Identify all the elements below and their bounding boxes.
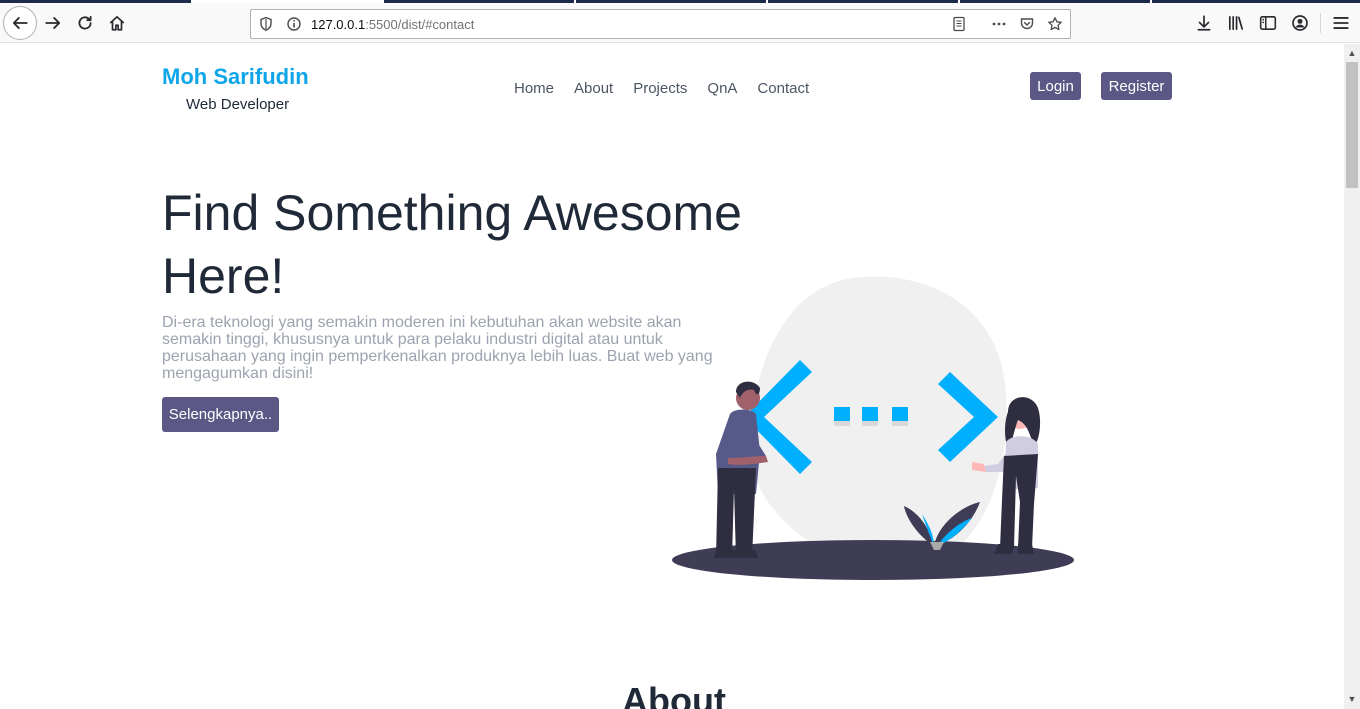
nav-home[interactable]: Home [514, 80, 554, 97]
more-icon[interactable] [990, 15, 1008, 33]
reader-icon[interactable] [950, 15, 968, 33]
menu-icon[interactable] [1325, 7, 1357, 39]
brand-subtitle: Web Developer [186, 96, 290, 113]
woman-legs [1000, 454, 1038, 548]
man-legs [716, 468, 756, 558]
page-scrollbar[interactable]: ▲ ▼ [1344, 44, 1360, 709]
pocket-icon[interactable] [1018, 15, 1036, 33]
login-button[interactable]: Login [1030, 72, 1081, 100]
scroll-up-icon[interactable]: ▲ [1347, 48, 1357, 58]
url-bar[interactable]: 127.0.0.1:5500/dist/#contact [250, 9, 1071, 39]
hero-description: Di-era teknologi yang semakin moderen in… [162, 314, 713, 382]
library-icon[interactable] [1220, 7, 1252, 39]
about-heading: About [622, 680, 726, 709]
scroll-down-icon[interactable]: ▼ [1347, 694, 1357, 704]
url-host: 127.0.0.1 [311, 17, 366, 32]
url-text[interactable]: 127.0.0.1:5500/dist/#contact [311, 17, 474, 32]
code-dot [892, 407, 908, 421]
register-button[interactable]: Register [1101, 72, 1172, 100]
forward-icon[interactable] [37, 7, 69, 39]
download-icon[interactable] [1188, 7, 1220, 39]
nav-qna[interactable]: QnA [707, 80, 737, 97]
toolbar-separator [1320, 13, 1321, 33]
star-icon[interactable] [1046, 15, 1064, 33]
url-path: :5500/dist/#contact [365, 17, 475, 32]
page-viewport: Moh Sarifudin Web Developer Home About P… [0, 44, 1344, 709]
code-dot [834, 407, 850, 421]
sidebar-icon[interactable] [1252, 7, 1284, 39]
main-nav: Home About Projects QnA Contact [514, 80, 809, 97]
man-shoes [714, 550, 758, 558]
code-dot [862, 407, 878, 421]
code-dot-shadow [834, 421, 850, 426]
code-dot-shadow [862, 421, 878, 426]
code-dot-shadow [892, 421, 908, 426]
home-icon[interactable] [101, 7, 133, 39]
back-icon[interactable] [3, 6, 37, 40]
read-more-button[interactable]: Selengkapnya.. [162, 397, 279, 432]
account-icon[interactable] [1284, 7, 1316, 39]
brand-name[interactable]: Moh Sarifudin [162, 64, 309, 90]
shield-icon[interactable] [257, 15, 275, 33]
reload-icon[interactable] [69, 7, 101, 39]
info-icon[interactable] [285, 15, 303, 33]
browser-toolbar: 127.0.0.1:5500/dist/#contact [0, 3, 1360, 43]
nav-projects[interactable]: Projects [633, 80, 687, 97]
scroll-thumb[interactable] [1346, 62, 1358, 188]
nav-about[interactable]: About [574, 80, 613, 97]
nav-contact[interactable]: Contact [757, 80, 809, 97]
hero-illustration [672, 276, 1074, 580]
